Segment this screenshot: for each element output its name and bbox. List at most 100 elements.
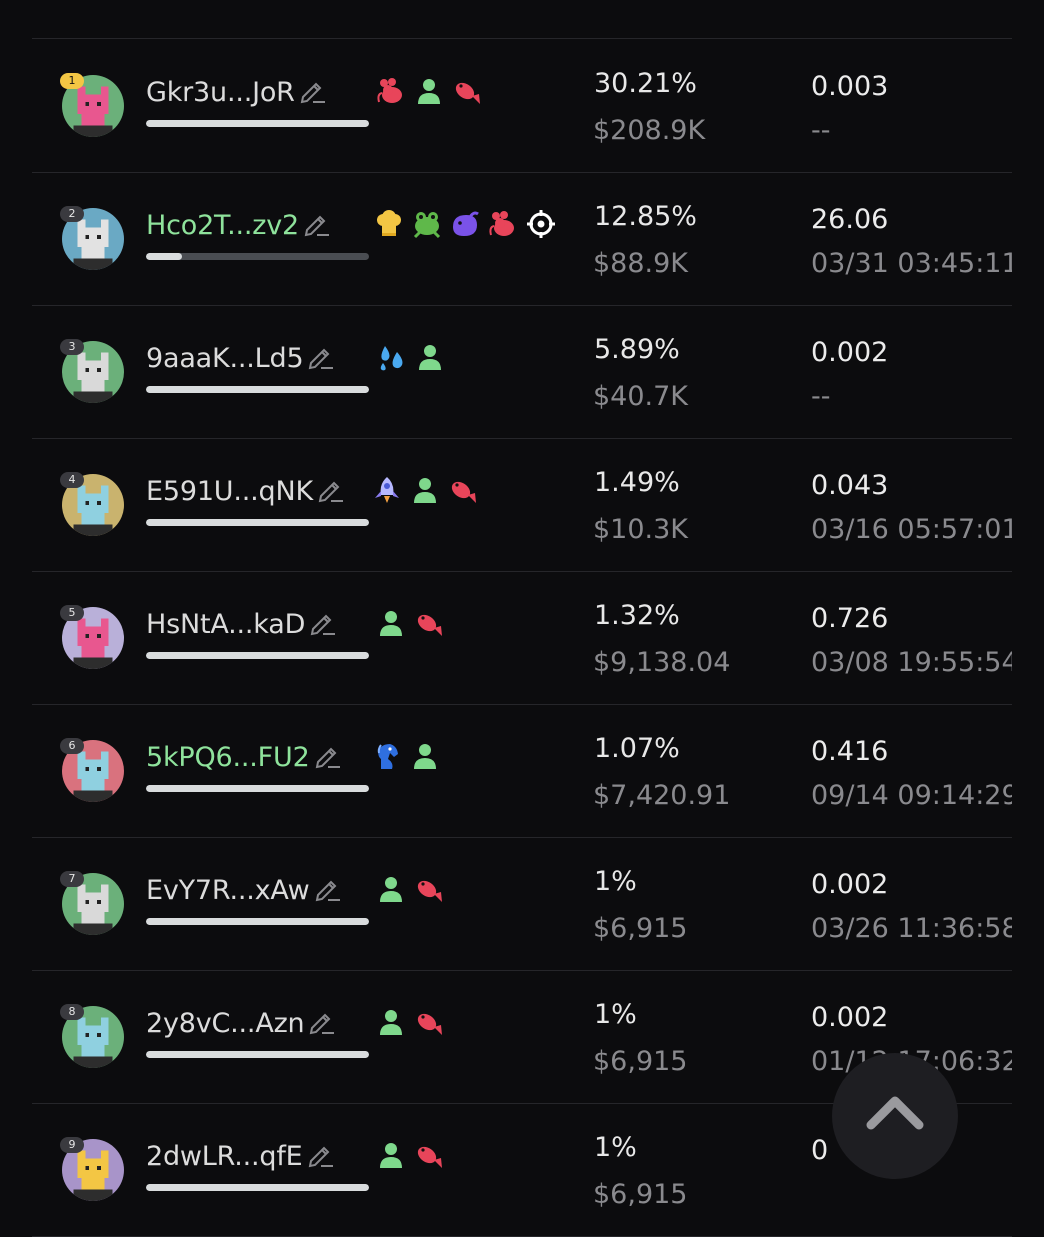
wallet-address-link[interactable]: E591U...qNK (146, 474, 345, 507)
chevron-up-icon (866, 1096, 924, 1130)
wallet-address[interactable]: 9aaaK...Ld5 (146, 343, 304, 374)
wallet-address[interactable]: Gkr3u...JoR (146, 77, 295, 108)
last-activity-time: 03/31 03:45:11 (811, 248, 1012, 279)
edit-pencil-icon[interactable] (307, 607, 337, 637)
amount-value: 0.043 (811, 470, 889, 501)
holding-percent: 1% (594, 999, 637, 1030)
amount-value: 0.002 (811, 1002, 889, 1033)
amount-value: 0.003 (811, 71, 889, 102)
rank-badge: 1 (60, 73, 84, 89)
rat-icon (376, 76, 406, 106)
person-icon (376, 1007, 406, 1037)
wallet-address[interactable]: E591U...qNK (146, 476, 313, 507)
holding-progress-fill (146, 785, 369, 792)
last-activity-time: 03/26 11:36:58 (811, 913, 1012, 944)
holder-row[interactable]: 7 EvY7R...xAw 1% $6,915 0.002 03/26 11:36:58 (32, 837, 1012, 971)
edit-pencil-icon[interactable] (312, 740, 342, 770)
last-activity-time: 03/08 19:55:54 (811, 647, 1012, 678)
sweat-drops-icon (377, 342, 407, 372)
wallet-address[interactable]: 5kPQ6...FU2 (146, 742, 310, 773)
holding-progress-bar (146, 652, 369, 659)
holder-row[interactable]: 1 Gkr3u...JoR 30.21% $208.9K 0.003 -- (32, 39, 1012, 173)
chef-hat-icon (374, 209, 404, 239)
holding-value-usd: $6,915 (593, 1179, 688, 1210)
holder-row[interactable]: 6 5kPQ6...FU2 1.07% $7,420.91 0.416 09/14 09:… (32, 704, 1012, 838)
edit-pencil-icon[interactable] (297, 75, 327, 105)
edit-pencil-icon[interactable] (305, 1139, 335, 1169)
holding-progress-bar (146, 1184, 369, 1191)
rank-badge: 6 (60, 738, 84, 754)
wallet-tags (376, 76, 482, 106)
holding-progress-fill (146, 253, 182, 260)
holding-percent: 5.89% (594, 334, 680, 365)
wallet-address[interactable]: 2y8vC...Azn (146, 1008, 305, 1039)
frog-icon (412, 209, 442, 239)
wallet-address[interactable]: 2dwLR...qfE (146, 1141, 303, 1172)
holding-progress-fill (146, 120, 369, 127)
edit-pencil-icon[interactable] (315, 474, 345, 504)
holding-progress-fill (146, 519, 369, 526)
holding-progress-bar (146, 918, 369, 925)
edit-pencil-icon[interactable] (312, 873, 342, 903)
wallet-address-link[interactable]: 9aaaK...Ld5 (146, 341, 335, 374)
person-icon (415, 342, 445, 372)
wallet-address-link[interactable]: 2dwLR...qfE (146, 1139, 335, 1172)
holder-row[interactable]: 2 Hco2T...zv2 12.85% $88.9K 26.06 03/31 03:45… (32, 172, 1012, 306)
holding-progress-bar (146, 1051, 369, 1058)
wallet-tags (376, 1140, 444, 1170)
holder-row[interactable]: 4 E591U...qNK 1.49% $10.3K 0.043 03/16 05:57:… (32, 438, 1012, 572)
wallet-tags (372, 475, 478, 505)
holding-progress-fill (146, 918, 369, 925)
holding-value-usd: $10.3K (593, 514, 689, 545)
wallet-tags (377, 342, 445, 372)
holding-progress-bar (146, 120, 369, 127)
holders-list: 1 Gkr3u...JoR 30.21% $208.9K 0.003 -- 2 Hco2T..… (0, 0, 1044, 1237)
last-activity-time: 09/14 09:14:29 (811, 780, 1012, 811)
wallet-tags (376, 874, 444, 904)
holding-progress-fill (146, 386, 369, 393)
person-icon (410, 475, 440, 505)
wallet-address[interactable]: EvY7R...xAw (146, 875, 310, 906)
last-activity-time: -- (811, 115, 831, 146)
edit-pencil-icon[interactable] (301, 208, 331, 238)
holding-percent: 12.85% (594, 201, 697, 232)
fish-icon (414, 1007, 444, 1037)
wallet-address-link[interactable]: 2y8vC...Azn (146, 1006, 336, 1039)
edit-pencil-icon[interactable] (306, 1006, 336, 1036)
edit-pencil-icon[interactable] (305, 341, 335, 371)
amount-value: 0.002 (811, 337, 889, 368)
fish-icon (414, 874, 444, 904)
rank-badge: 5 (60, 605, 84, 621)
wallet-address-link[interactable]: Gkr3u...JoR (146, 75, 327, 108)
person-icon (376, 1140, 406, 1170)
person-icon (410, 741, 440, 771)
rank-badge: 8 (60, 1004, 84, 1020)
scroll-to-top-button[interactable] (832, 1053, 958, 1179)
holding-percent: 1% (594, 866, 637, 897)
wallet-address[interactable]: Hco2T...zv2 (146, 210, 299, 241)
rank-badge: 4 (60, 472, 84, 488)
rocket-icon (372, 475, 402, 505)
holding-value-usd: $88.9K (593, 248, 689, 279)
fish-icon (414, 1140, 444, 1170)
holding-percent: 1.32% (594, 600, 680, 631)
rank-badge: 3 (60, 339, 84, 355)
holding-progress-fill (146, 1051, 369, 1058)
fish-icon (414, 608, 444, 638)
wallet-address-link[interactable]: EvY7R...xAw (146, 873, 342, 906)
holding-progress-bar (146, 519, 369, 526)
wallet-address-link[interactable]: Hco2T...zv2 (146, 208, 331, 241)
holding-percent: 1.07% (594, 733, 680, 764)
holder-row[interactable]: 5 HsNtA...kaD 1.32% $9,138.04 0.726 03/08 19:… (32, 571, 1012, 705)
wallet-address-link[interactable]: 5kPQ6...FU2 (146, 740, 342, 773)
holding-progress-fill (146, 1184, 369, 1191)
holder-row[interactable]: 3 9aaaK...Ld5 5.89% $40.7K 0.002 -- (32, 305, 1012, 439)
holding-percent: 30.21% (594, 68, 697, 99)
holding-percent: 1% (594, 1132, 637, 1163)
rank-badge: 9 (60, 1137, 84, 1153)
holding-value-usd: $40.7K (593, 381, 689, 412)
wallet-address[interactable]: HsNtA...kaD (146, 609, 305, 640)
person-icon (414, 76, 444, 106)
amount-value: 0.726 (811, 603, 889, 634)
wallet-address-link[interactable]: HsNtA...kaD (146, 607, 337, 640)
